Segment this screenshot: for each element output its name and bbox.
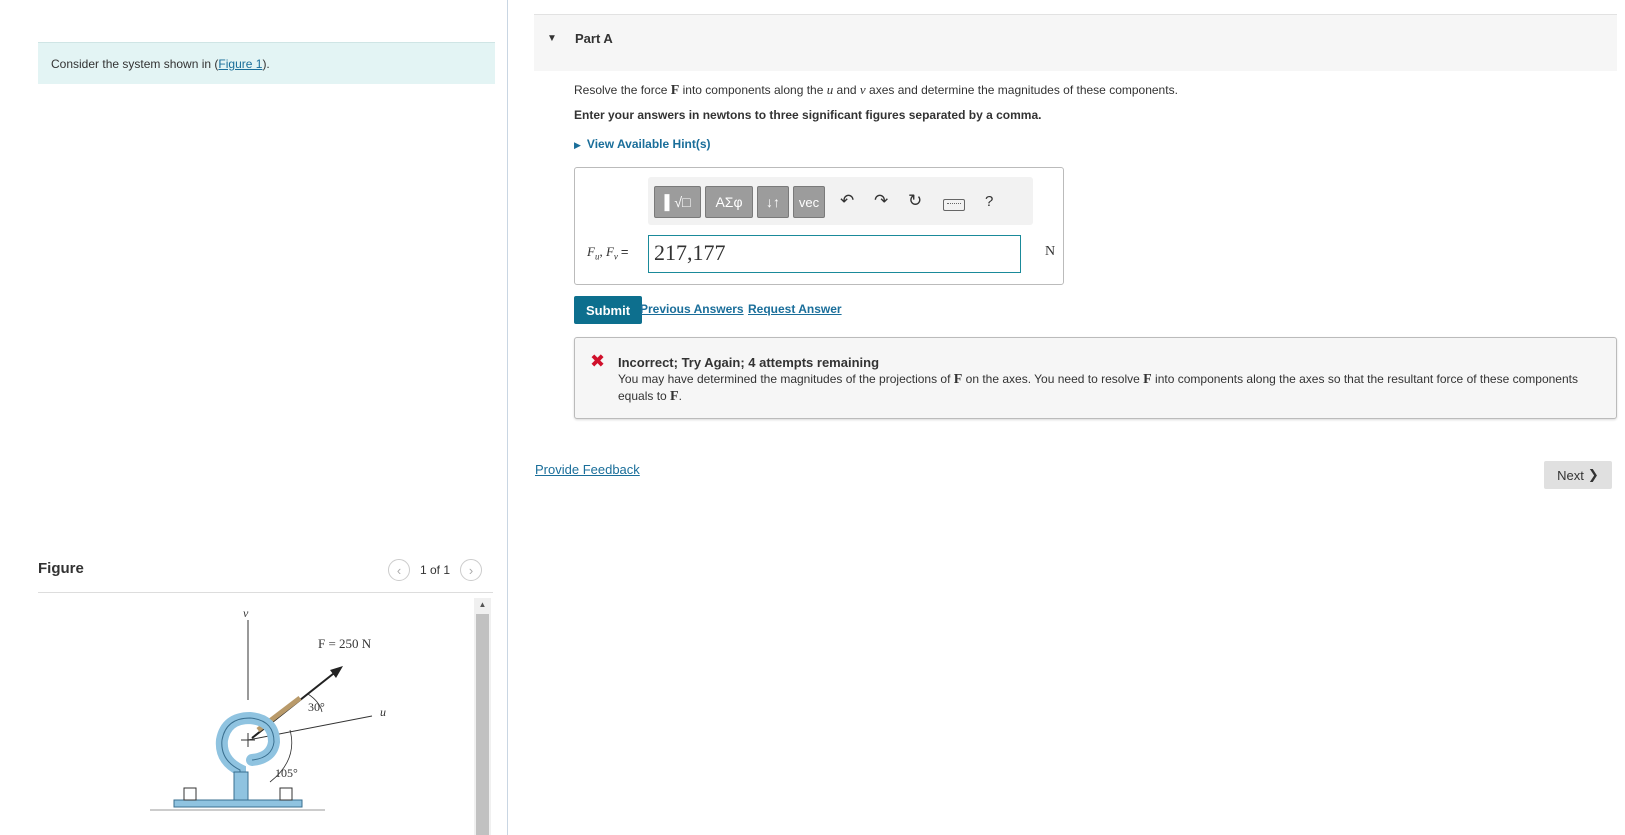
bolt-right xyxy=(279,787,293,801)
prompt-text: Resolve the force xyxy=(574,83,671,97)
submit-button[interactable]: Submit xyxy=(574,296,642,324)
hook-shank xyxy=(233,771,249,801)
figure-divider xyxy=(38,592,493,593)
next-label: Next xyxy=(1557,467,1584,483)
subscript-superscript-button[interactable]: ↓↑ xyxy=(757,186,789,218)
label-equals: = xyxy=(620,244,629,259)
figure-scrollbar[interactable]: ▲ xyxy=(474,598,491,835)
vector-button[interactable]: vec xyxy=(793,186,825,218)
chevron-right-icon[interactable]: › xyxy=(460,559,483,581)
right-pane: ▼ Part A Resolve the force F into compon… xyxy=(509,0,1625,835)
angle-30-label: 30° xyxy=(308,700,325,714)
answer-box: ▌√□ AΣφ ↓↑ vec ↶ ↷ ↻ ? Fu, Fv = 217,177 N xyxy=(574,167,1064,285)
prompt-force-symbol: F xyxy=(670,83,680,98)
hint-link-label: View Available Hint(s) xyxy=(586,137,711,151)
figure-pager: ‹ 1 of 1 › xyxy=(388,559,483,581)
v-axis-label: v xyxy=(243,606,249,620)
answer-instructions: Enter your answers in newtons to three s… xyxy=(574,108,1042,122)
provide-feedback-link[interactable]: Provide Feedback xyxy=(535,462,640,477)
feedback-force-2: F xyxy=(1143,372,1152,387)
answer-input[interactable]: 217,177 xyxy=(648,235,1021,273)
label-fv-sub: v xyxy=(613,251,618,262)
force-arrowhead xyxy=(330,666,343,678)
caret-right-icon: ▶ xyxy=(574,140,581,150)
figure-link[interactable]: Figure 1 xyxy=(218,57,262,71)
intro-text: Consider the system shown in ( xyxy=(51,57,219,71)
intro-box: Consider the system shown in (Figure 1). xyxy=(38,42,495,84)
prompt-text-4: axes and determine the magnitudes of the… xyxy=(865,83,1178,97)
figure-page-indicator: 1 of 1 xyxy=(420,563,451,577)
base-plate xyxy=(173,799,303,808)
request-answer-link[interactable]: Request Answer xyxy=(748,302,842,316)
figure-title: Figure xyxy=(38,560,84,577)
unit-label: N xyxy=(1045,244,1056,259)
reset-icon[interactable]: ↻ xyxy=(908,191,922,211)
view-hints-link[interactable]: ▶ View Available Hint(s) xyxy=(574,137,711,151)
feedback-message: You may have determined the magnitudes o… xyxy=(618,371,1598,405)
question-prompt: Resolve the force F into components alon… xyxy=(574,82,1178,99)
keyboard-icon[interactable] xyxy=(943,199,965,211)
feedback-status: Incorrect; Try Again; 4 attempts remaini… xyxy=(618,355,880,370)
chevron-left-icon[interactable]: ‹ xyxy=(388,559,410,581)
feedback-text-1: You may have determined the magnitudes o… xyxy=(618,372,954,386)
u-axis-label: u xyxy=(380,705,386,719)
math-toolbar: ▌√□ AΣφ ↓↑ vec ↶ ↷ ↻ ? xyxy=(648,177,1033,225)
previous-answers-link[interactable]: Previous Answers xyxy=(640,302,744,316)
next-button[interactable]: Next ❯ xyxy=(1544,461,1612,489)
prompt-text-3: and xyxy=(833,83,860,97)
left-pane: Consider the system shown in (Figure 1).… xyxy=(0,0,508,835)
templates-button[interactable]: ▌√□ xyxy=(654,186,701,218)
feedback-panel: ✖ Incorrect; Try Again; 4 attempts remai… xyxy=(574,337,1617,419)
greek-symbols-button[interactable]: AΣφ xyxy=(705,186,753,218)
redo-icon[interactable]: ↷ xyxy=(874,191,888,211)
chevron-right-icon: ❯ xyxy=(1587,467,1599,482)
scroll-thumb[interactable] xyxy=(476,614,489,835)
prompt-text-2: into components along the xyxy=(679,83,827,97)
error-x-icon: ✖ xyxy=(590,351,606,371)
help-button[interactable]: ? xyxy=(985,193,993,210)
scroll-up-icon[interactable]: ▲ xyxy=(474,598,491,612)
intro-suffix: ). xyxy=(262,57,270,71)
undo-icon[interactable]: ↶ xyxy=(840,191,854,211)
feedback-text-4: . xyxy=(678,389,682,403)
bolt-left xyxy=(183,787,197,801)
label-fv: F xyxy=(605,244,614,259)
feedback-force-3: F xyxy=(670,389,679,404)
label-fu: F xyxy=(587,244,595,259)
part-header[interactable]: ▼ Part A xyxy=(534,14,1617,71)
feedback-text-2: on the axes. You need to resolve xyxy=(962,372,1144,386)
part-label: Part A xyxy=(575,31,613,46)
answer-field-label: Fu, Fv = xyxy=(587,244,629,262)
force-label: F = 250 N xyxy=(318,636,372,651)
figure-diagram: v u F = 250 N 30° 105° xyxy=(150,606,386,811)
collapse-triangle-icon[interactable]: ▼ xyxy=(547,33,557,44)
angle-105-label: 105° xyxy=(275,766,298,780)
